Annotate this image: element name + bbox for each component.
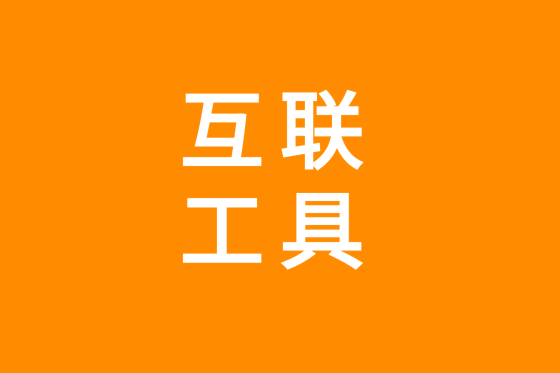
title-line-1: 互联 bbox=[179, 82, 380, 181]
title-canvas: 互联 工具 bbox=[0, 0, 560, 373]
title-line-2: 工具 bbox=[179, 182, 380, 281]
